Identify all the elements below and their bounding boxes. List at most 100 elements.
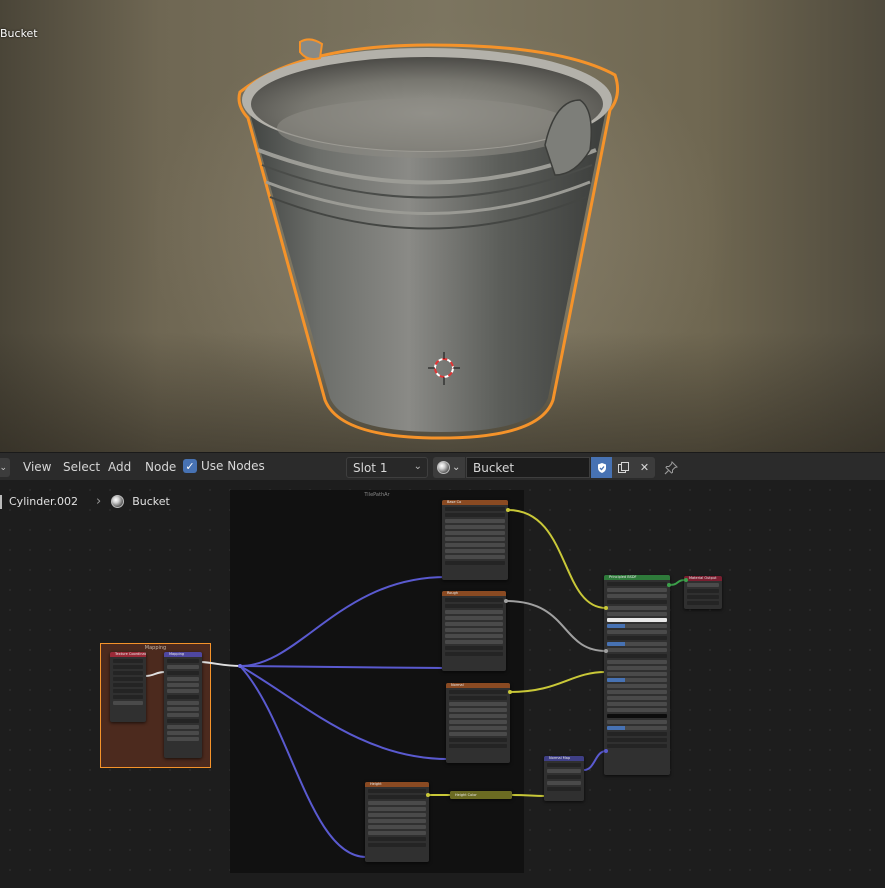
node-field[interactable]	[607, 690, 667, 694]
node-principled-bsdf[interactable]: Principled BSDF	[604, 575, 670, 775]
node-slider[interactable]	[607, 678, 667, 682]
node-field[interactable]	[449, 738, 507, 742]
node-field[interactable]	[607, 606, 667, 610]
node-field[interactable]	[167, 683, 199, 687]
node-field[interactable]	[167, 731, 199, 735]
node-field[interactable]	[547, 769, 581, 773]
node-field[interactable]	[449, 732, 507, 736]
node-slider[interactable]	[607, 624, 667, 628]
use-nodes-toggle[interactable]: ✓ Use Nodes	[183, 459, 265, 473]
socket-bsdf-out[interactable]	[667, 583, 671, 587]
node-field[interactable]	[607, 660, 667, 664]
socket-color-out[interactable]	[504, 599, 508, 603]
node-image-texture-height[interactable]: Height	[365, 782, 429, 862]
node-field[interactable]	[113, 701, 143, 705]
node-field[interactable]	[607, 702, 667, 706]
node-image-texture-normal[interactable]: Normal	[446, 683, 510, 763]
node-field[interactable]	[607, 720, 667, 724]
node-field[interactable]	[167, 707, 199, 711]
node-field[interactable]	[445, 537, 505, 541]
node-field[interactable]	[167, 701, 199, 705]
node-image-selector[interactable]	[449, 702, 507, 706]
menu-node[interactable]: Node	[145, 460, 176, 474]
slot-dropdown[interactable]: Slot 1 ⌄	[346, 457, 428, 478]
node-field[interactable]	[607, 648, 667, 652]
node-field[interactable]	[607, 594, 667, 598]
socket-color-out[interactable]	[508, 690, 512, 694]
socket-surface-in[interactable]	[684, 578, 688, 582]
node-field[interactable]	[547, 775, 581, 779]
node-image-selector[interactable]	[368, 801, 426, 805]
node-field[interactable]	[445, 628, 503, 632]
node-field[interactable]	[445, 616, 503, 620]
node-field[interactable]	[445, 543, 505, 547]
link[interactable]	[509, 671, 607, 693]
menu-view[interactable]: View	[23, 460, 51, 474]
node-image-selector[interactable]	[445, 610, 503, 614]
link[interactable]	[583, 750, 607, 771]
link[interactable]	[511, 794, 547, 797]
node-field[interactable]	[449, 714, 507, 718]
node-color-field[interactable]	[607, 714, 667, 718]
node-field[interactable]	[607, 684, 667, 688]
node-field[interactable]	[607, 666, 667, 670]
node-normal-map[interactable]: Normal Map	[544, 756, 584, 801]
node-field[interactable]	[167, 677, 199, 681]
3d-viewport[interactable]: Bucket	[0, 0, 885, 452]
node-field[interactable]	[445, 531, 505, 535]
node-field[interactable]	[445, 549, 505, 553]
node-field[interactable]	[687, 583, 719, 587]
node-field[interactable]	[449, 720, 507, 724]
node-field[interactable]	[368, 831, 426, 835]
node-field[interactable]	[607, 612, 667, 616]
socket-color-out[interactable]	[506, 508, 510, 512]
node-field[interactable]	[607, 696, 667, 700]
node-field[interactable]	[445, 634, 503, 638]
node-field[interactable]	[167, 737, 199, 741]
bucket-object[interactable]	[0, 0, 885, 452]
node-field[interactable]	[607, 630, 667, 634]
menu-add[interactable]: Add	[108, 460, 131, 474]
reroute-point[interactable]	[238, 664, 242, 668]
link[interactable]	[507, 509, 607, 609]
node-image-selector[interactable]	[445, 519, 505, 523]
node-field[interactable]	[167, 665, 199, 669]
socket-color-out[interactable]	[426, 793, 430, 797]
node-image-texture-basecolor[interactable]: Base Co	[442, 500, 508, 580]
node-field[interactable]	[607, 672, 667, 676]
node-editor-canvas[interactable]: Cylinder.002 › Bucket TilePathAr Mapping	[0, 480, 885, 888]
node-field[interactable]	[607, 708, 667, 712]
node-field[interactable]	[449, 726, 507, 730]
node-field[interactable]	[368, 825, 426, 829]
unlink-material-button[interactable]: ✕	[634, 457, 655, 478]
node-field[interactable]	[445, 555, 505, 559]
link[interactable]	[239, 665, 449, 760]
node-texture-coordinate[interactable]: Texture Coordinate	[110, 652, 146, 722]
node-material-output[interactable]: Material Output	[684, 576, 722, 609]
material-name-field[interactable]: Bucket	[466, 457, 590, 478]
link[interactable]	[239, 665, 367, 858]
socket-roughness-in[interactable]	[604, 649, 608, 653]
node-field[interactable]	[368, 813, 426, 817]
node-slider[interactable]	[607, 726, 667, 730]
node-field[interactable]	[368, 819, 426, 823]
node-field[interactable]	[445, 640, 503, 644]
node-field[interactable]	[607, 588, 667, 592]
node-field[interactable]	[547, 781, 581, 785]
node-field[interactable]	[167, 713, 199, 717]
node-image-texture-rough[interactable]: Rough	[442, 591, 506, 671]
node-field[interactable]	[167, 725, 199, 729]
socket-normal-in[interactable]	[604, 749, 608, 753]
link[interactable]	[505, 600, 607, 652]
node-field[interactable]	[449, 708, 507, 712]
node-field[interactable]	[445, 622, 503, 626]
node-field[interactable]	[368, 807, 426, 811]
browse-material-button[interactable]: ⌄	[433, 457, 465, 478]
node-height-color[interactable]: Height Color	[450, 791, 512, 799]
editor-type-dropdown[interactable]: ⌄	[0, 458, 10, 477]
use-nodes-checkbox[interactable]: ✓	[183, 459, 197, 473]
link[interactable]	[239, 665, 447, 669]
node-mapping[interactable]: Mapping	[164, 652, 202, 758]
fake-user-button[interactable]	[591, 457, 612, 478]
node-field[interactable]	[368, 837, 426, 841]
